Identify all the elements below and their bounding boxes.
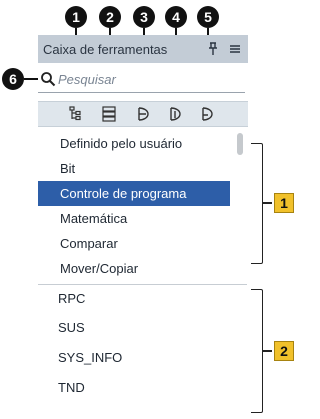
search-icon bbox=[40, 71, 56, 87]
toolbox-panel: Caixa de ferramentas Definido pelo bbox=[38, 35, 248, 419]
callout-2: 2 bbox=[99, 6, 121, 28]
toolbox-title: Caixa de ferramentas bbox=[43, 41, 168, 57]
section-1-badge: 1 bbox=[274, 193, 294, 213]
list-item[interactable]: Definido pelo usuário bbox=[38, 131, 230, 156]
tree-collapse-icon[interactable] bbox=[98, 104, 120, 124]
search-box bbox=[38, 65, 245, 93]
list-item[interactable]: RPC bbox=[38, 285, 230, 313]
pin-icon[interactable] bbox=[204, 39, 222, 59]
list-item[interactable]: SUS bbox=[38, 314, 230, 342]
list-item[interactable]: SYS_INFO bbox=[38, 344, 230, 372]
list-item[interactable]: Comparar bbox=[38, 231, 230, 256]
instruction-icon[interactable] bbox=[132, 104, 154, 124]
callout-6: 6 bbox=[2, 68, 24, 90]
callout-4: 4 bbox=[165, 6, 187, 28]
tree-expand-icon[interactable] bbox=[64, 104, 86, 124]
scrollbar-thumb[interactable] bbox=[237, 133, 243, 155]
toolbox-icon-bar bbox=[38, 101, 248, 127]
category-list: Definido pelo usuário Bit Controle de pr… bbox=[38, 131, 238, 281]
callout-5: 5 bbox=[197, 6, 219, 28]
list-item[interactable]: Matemática bbox=[38, 206, 230, 231]
list-item[interactable]: TND bbox=[38, 374, 230, 402]
instruction-alt-icon[interactable] bbox=[164, 104, 186, 124]
callout-1: 1 bbox=[65, 6, 87, 28]
list-item[interactable]: Bit bbox=[38, 156, 230, 181]
list-item-selected[interactable]: Controle de programa bbox=[38, 181, 230, 206]
menu-icon[interactable] bbox=[226, 39, 244, 59]
list-item[interactable]: Mover/Copiar bbox=[38, 256, 230, 281]
callout-3: 3 bbox=[133, 6, 155, 28]
search-input[interactable] bbox=[58, 69, 238, 89]
instruction-favorite-icon[interactable] bbox=[196, 104, 218, 124]
section-2-badge: 2 bbox=[274, 341, 294, 361]
section-1-bracket-tick bbox=[262, 202, 272, 204]
section-1-bracket bbox=[251, 143, 263, 264]
toolbox-titlebar: Caixa de ferramentas bbox=[38, 35, 248, 63]
section-2-bracket-tick bbox=[262, 350, 272, 352]
